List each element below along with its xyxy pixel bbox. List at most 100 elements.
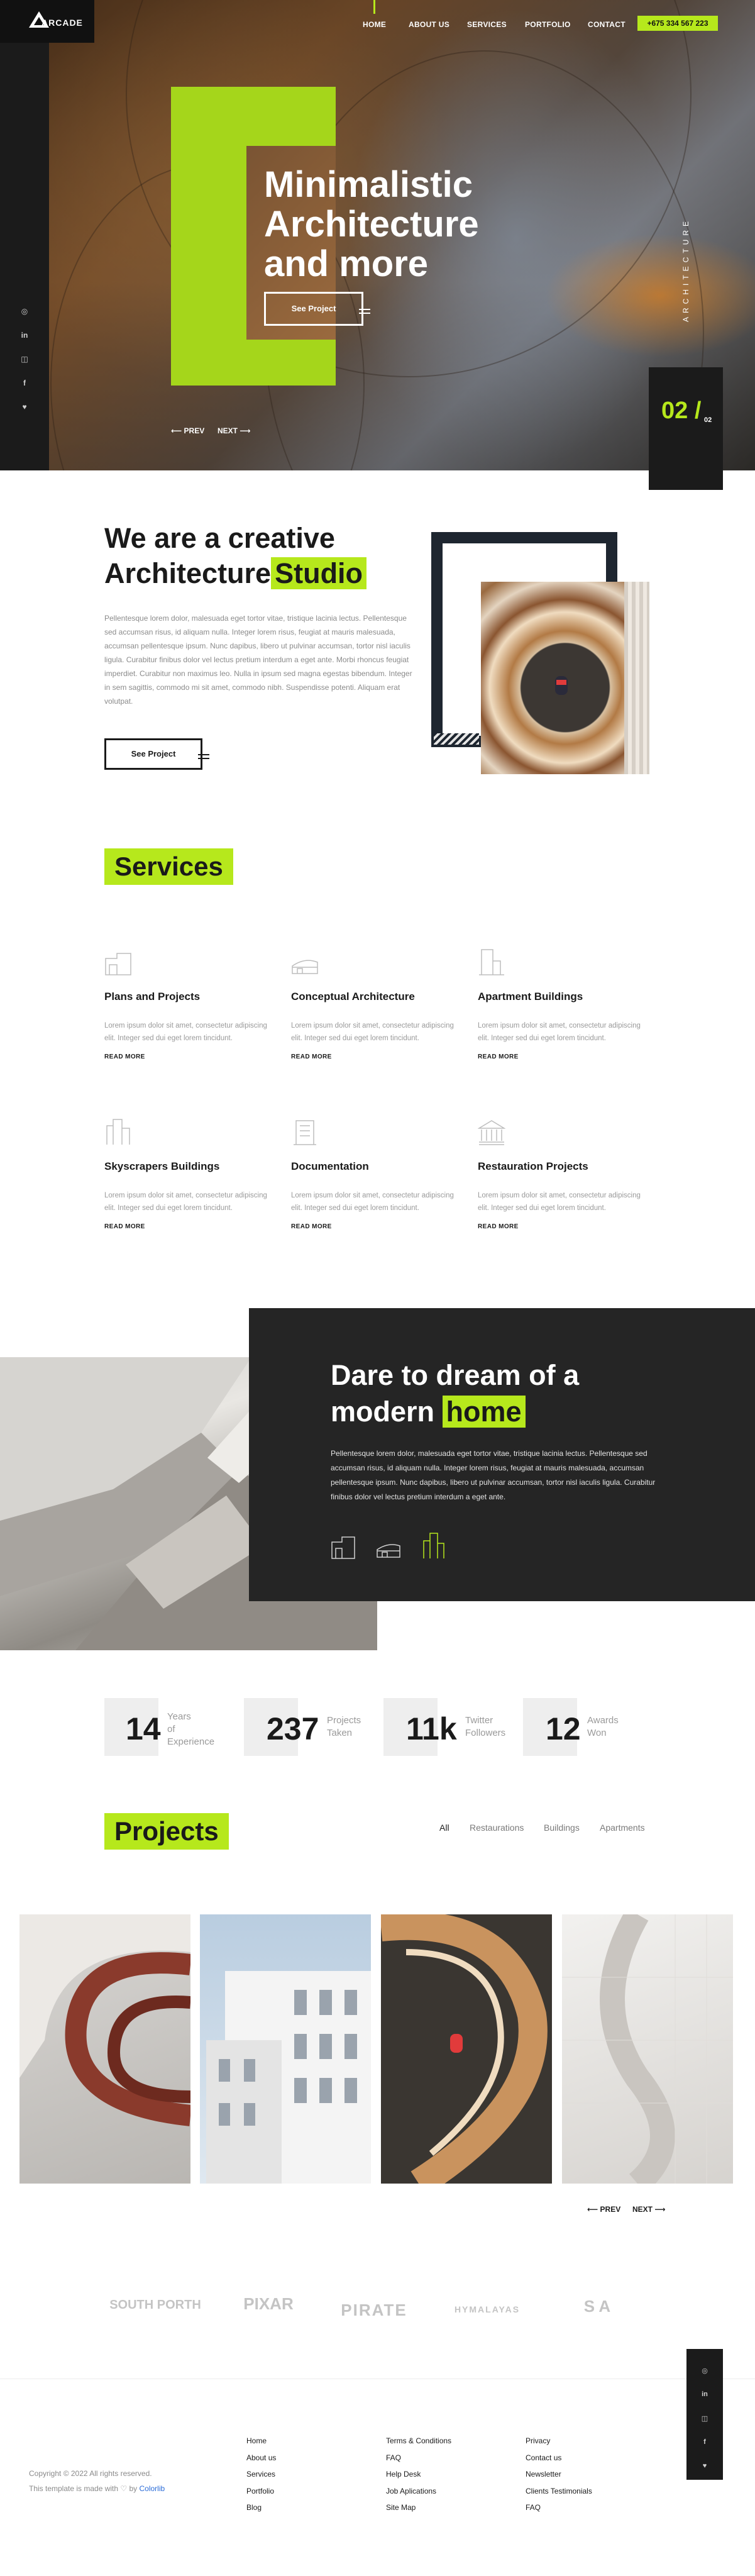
footer-link[interactable]: Clients Testimonials: [526, 2483, 592, 2500]
house-icon: [331, 1536, 355, 1559]
stat-value: 12: [546, 1711, 581, 1746]
about-title: We are a creative Architecture Studio: [104, 521, 456, 591]
hero-see-project-label: See Project: [291, 304, 336, 313]
linkedin-icon[interactable]: in: [700, 2390, 709, 2399]
logo[interactable]: ARCADE: [0, 0, 94, 43]
footer-social-bar: ◎ in ◫ f ♥: [686, 2349, 723, 2480]
read-more-link[interactable]: READ MORE: [478, 1223, 648, 1230]
project-image: [19, 1914, 190, 2126]
project-card[interactable]: [19, 1914, 190, 2184]
service-text: Lorem ipsum dolor sit amet, consectetur …: [104, 1192, 267, 1212]
project-card[interactable]: [381, 1914, 552, 2184]
read-more-link[interactable]: READ MORE: [478, 1053, 648, 1060]
footer-link[interactable]: Help Desk: [386, 2466, 451, 2483]
footer-link[interactable]: Terms & Conditions: [386, 2433, 451, 2450]
apartment-icon: [479, 949, 504, 975]
filter-buildings[interactable]: Buildings: [544, 1823, 580, 1833]
project-image: [562, 1914, 733, 2184]
footer-link[interactable]: Site Map: [386, 2499, 451, 2516]
service-card: Conceptual Architecture Lorem ipsum dolo…: [291, 948, 461, 1060]
nav-indicator: [373, 0, 375, 14]
filter-apartments[interactable]: Apartments: [600, 1823, 645, 1833]
service-title: Apartment Buildings: [478, 991, 583, 1002]
stat-label: Years of Experience: [167, 1711, 214, 1748]
nav-contact[interactable]: CONTACT: [588, 20, 625, 29]
project-card[interactable]: [200, 1914, 371, 2184]
made-with-label: This template is made with ♡ by: [29, 2484, 138, 2493]
service-title: Restauration Projects: [478, 1160, 588, 1172]
museum-icon: [477, 1120, 506, 1145]
footer-link[interactable]: Newsletter: [526, 2466, 592, 2483]
stat-label-line: Won: [587, 1728, 607, 1738]
nav-portfolio[interactable]: PORTFOLIO: [525, 20, 571, 29]
about-title-highlight: Studio: [271, 557, 367, 589]
logo-text: ARCADE: [41, 18, 83, 28]
about-title-line1: We are a creative: [104, 522, 335, 554]
about-staircase-image: [481, 582, 649, 774]
linkedin-icon[interactable]: in: [20, 331, 29, 340]
document-icon: [294, 1120, 316, 1145]
footer-link[interactable]: Job Aplications: [386, 2483, 451, 2500]
footer-link[interactable]: Portfolio: [246, 2483, 276, 2500]
footer-link[interactable]: Privacy: [526, 2433, 592, 2450]
read-more-link[interactable]: READ MORE: [104, 1223, 274, 1230]
stat-label-line: Projects: [327, 1715, 361, 1726]
hero-see-project-button[interactable]: See Project: [264, 292, 370, 326]
project-card[interactable]: [562, 1914, 733, 2184]
slide-current: 02 /: [661, 397, 702, 424]
hero-prev-button[interactable]: ⟵ PREV: [171, 426, 204, 435]
stat-label-line: Twitter: [465, 1715, 493, 1726]
filter-restaurations[interactable]: Restaurations: [470, 1823, 524, 1833]
facebook-icon[interactable]: f: [700, 2438, 709, 2447]
footer-link[interactable]: FAQ: [386, 2450, 451, 2467]
projects-next-button[interactable]: NEXT ⟶: [632, 2205, 666, 2214]
service-text: Lorem ipsum dolor sit amet, consectetur …: [291, 1022, 454, 1042]
nav-about-us[interactable]: ABOUT US: [409, 20, 449, 29]
twitter-icon[interactable]: ♥: [700, 2462, 709, 2471]
dribbble-icon[interactable]: ◎: [700, 2367, 709, 2375]
twitter-icon[interactable]: ♥: [20, 402, 29, 411]
nav-services[interactable]: SERVICES: [467, 20, 507, 29]
project-image: [206, 1971, 371, 2184]
dream-title: Dare to dream of a modern home: [331, 1357, 620, 1430]
footer-column-1: Home About us Services Portfolio Blog: [246, 2433, 276, 2516]
footer-link[interactable]: Contact us: [526, 2450, 592, 2467]
copyright-text: Copyright © 2022 All rights reserved.: [29, 2469, 152, 2478]
about-text: Pellentesque lorem dolor, malesuada eget…: [104, 614, 412, 706]
dream-text: Pellentesque lorem dolor, malesuada eget…: [331, 1449, 656, 1501]
button-ticks-icon: [198, 754, 209, 759]
about-see-project-label: See Project: [131, 749, 176, 758]
filter-all[interactable]: All: [439, 1823, 449, 1833]
footer-link[interactable]: Blog: [246, 2499, 276, 2516]
hero-title-line1: Minimalistic: [264, 164, 473, 205]
nav-home[interactable]: HOME: [363, 20, 386, 29]
phone-badge[interactable]: +675 334 567 223: [637, 16, 718, 31]
colorlib-link[interactable]: Colorlib: [140, 2484, 165, 2493]
client-logo-pirate: PIRATE: [341, 2301, 407, 2319]
footer-link[interactable]: About us: [246, 2450, 276, 2467]
hero-next-button[interactable]: NEXT ⟶: [218, 426, 251, 435]
about-see-project-button[interactable]: See Project: [104, 738, 209, 770]
hero-sidebar: [0, 0, 49, 470]
dribbble-icon[interactable]: ◎: [20, 307, 29, 316]
footer-link[interactable]: Home: [246, 2433, 276, 2450]
service-title: Plans and Projects: [104, 991, 201, 1002]
service-title: Documentation: [291, 1160, 369, 1172]
projects-prev-button[interactable]: ⟵ PREV: [587, 2205, 620, 2214]
footer-link[interactable]: Services: [246, 2466, 276, 2483]
instagram-icon[interactable]: ◫: [20, 355, 29, 364]
stat-label-line: Taken: [327, 1728, 353, 1738]
stat-value: 11k: [406, 1711, 457, 1746]
footer-link[interactable]: FAQ: [526, 2499, 592, 2516]
facebook-icon[interactable]: f: [20, 379, 29, 387]
hero-next-label: NEXT: [218, 426, 238, 435]
read-more-link[interactable]: READ MORE: [291, 1053, 461, 1060]
image-person: [555, 676, 568, 695]
instagram-icon[interactable]: ◫: [700, 2414, 709, 2423]
skyscraper-icon: [423, 1533, 444, 1558]
services-heading: Services: [104, 848, 233, 885]
service-title: Skyscrapers Buildings: [104, 1160, 220, 1172]
stat-value: 237: [267, 1711, 319, 1746]
read-more-link[interactable]: READ MORE: [104, 1053, 274, 1060]
read-more-link[interactable]: READ MORE: [291, 1223, 461, 1230]
